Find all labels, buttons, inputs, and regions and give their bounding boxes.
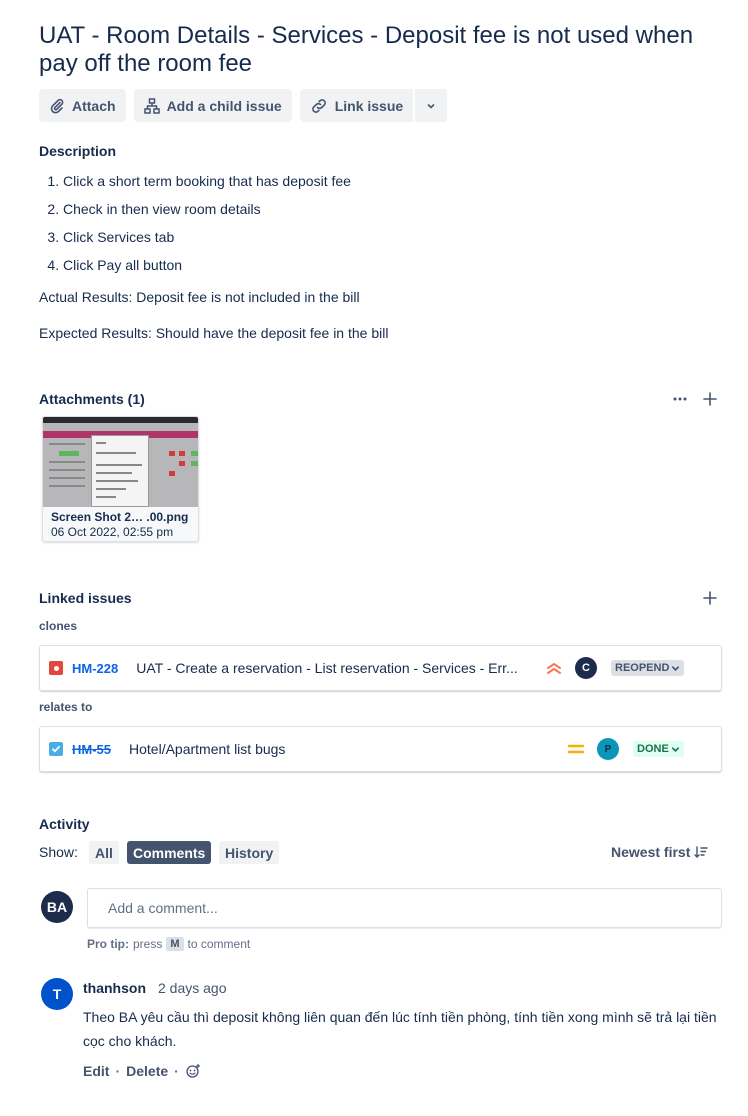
show-label: Show: (39, 844, 78, 860)
issue-key[interactable]: HM-228 (72, 661, 118, 676)
add-linked-issue-icon[interactable] (700, 588, 720, 608)
edit-comment-link[interactable]: Edit (83, 1063, 109, 1079)
attach-label: Attach (72, 97, 116, 114)
description-heading: Description (39, 143, 117, 159)
status-label: REOPEND (615, 662, 670, 674)
priority-highest-icon (546, 660, 562, 679)
link-issue-button[interactable]: Link issue (299, 89, 414, 122)
issue-summary: UAT - Create a reservation - List reserv… (136, 660, 518, 676)
linked-issue-row[interactable]: HM-228 UAT - Create a reservation - List… (39, 645, 722, 691)
comment-placeholder: Add a comment... (108, 900, 218, 916)
status-label: DONE (637, 743, 669, 755)
pro-tip-label: Pro tip: (87, 937, 129, 951)
status-badge[interactable]: REOPEND (611, 660, 685, 676)
linked-issue-row[interactable]: HM-55 Hotel/Apartment list bugs P DONE (39, 726, 722, 772)
comment-author[interactable]: thanhson (83, 980, 146, 996)
relation-label: clones (39, 619, 78, 633)
delete-comment-link[interactable]: Delete (126, 1063, 168, 1079)
sort-label: Newest first (611, 844, 691, 860)
chevron-down-icon (672, 665, 680, 671)
filter-comments-button[interactable]: Comments (127, 841, 212, 864)
add-attachment-icon[interactable] (700, 389, 720, 409)
list-item: Click Services tab (63, 223, 351, 251)
linked-issues-heading: Linked issues (39, 590, 132, 606)
more-options-icon[interactable] (670, 389, 690, 409)
attachment-meta: Screen Shot 2… .00.png 06 Oct 2022, 02:5… (43, 507, 198, 541)
attachment-date: 06 Oct 2022, 02:55 pm (51, 525, 174, 539)
link-icon (310, 98, 328, 114)
issue-title[interactable]: UAT - Room Details - Services - Deposit … (39, 22, 699, 78)
pro-tip: Pro tip: press M to comment (87, 937, 250, 951)
bug-icon (49, 661, 63, 675)
attach-button[interactable]: Attach (39, 89, 126, 122)
add-child-issue-button[interactable]: Add a child issue (133, 89, 292, 122)
attachment-thumbnail (43, 417, 198, 507)
relation-label: relates to (39, 700, 93, 714)
avatar[interactable]: C (575, 657, 597, 679)
paperclip-icon (49, 98, 65, 114)
status-badge[interactable]: DONE (633, 741, 684, 757)
task-icon (49, 742, 63, 756)
pro-tip-press: press (133, 937, 163, 951)
add-reaction-icon[interactable] (185, 1063, 201, 1079)
list-item: Check in then view room details (63, 195, 351, 223)
add-comment-input[interactable]: Add a comment... (87, 888, 722, 928)
comment-actions: Edit · Delete · (83, 1063, 201, 1079)
filter-history-button[interactable]: History (219, 841, 280, 864)
filter-all-button[interactable]: All (89, 841, 119, 864)
comment-timestamp[interactable]: 2 days ago (158, 980, 227, 996)
link-issue-label: Link issue (334, 97, 404, 114)
avatar[interactable]: P (597, 738, 619, 760)
attachment-card[interactable]: Screen Shot 2… .00.png 06 Oct 2022, 02:5… (42, 416, 199, 542)
list-item: Click a short term booking that has depo… (63, 167, 351, 195)
attachments-heading: Attachments (1) (39, 391, 145, 407)
chevron-down-icon (425, 100, 437, 112)
issue-actions: Attach Add a child issue Link issue (39, 89, 448, 122)
keyboard-shortcut-key: M (166, 937, 184, 951)
list-item: Click Pay all button (63, 251, 351, 279)
description-steps[interactable]: Click a short term booking that has depo… (39, 167, 351, 279)
sort-order-button[interactable]: Newest first (611, 844, 709, 860)
activity-heading: Activity (39, 816, 90, 832)
comment-body: Theo BA yêu cầu thì deposit không liên q… (83, 1009, 717, 1049)
link-issue-split-button: Link issue (299, 89, 448, 122)
actual-results: Actual Results: Deposit fee is not inclu… (39, 289, 360, 305)
separator: · (115, 1063, 121, 1079)
add-child-label: Add a child issue (166, 97, 282, 114)
issue-key[interactable]: HM-55 (72, 742, 111, 757)
sort-descending-icon (694, 846, 709, 858)
current-user-avatar[interactable]: BA (41, 891, 73, 923)
hierarchy-icon (143, 97, 160, 114)
pro-tip-suffix: to comment (187, 937, 251, 951)
attachment-filename: Screen Shot 2… .00.png (51, 510, 189, 524)
expected-results: Expected Results: Should have the deposi… (39, 325, 389, 341)
more-actions-dropdown[interactable] (415, 89, 448, 122)
issue-summary: Hotel/Apartment list bugs (129, 741, 286, 757)
priority-medium-icon (567, 742, 585, 759)
separator: · (174, 1063, 179, 1079)
avatar[interactable]: T (41, 978, 73, 1010)
comment-header: thanhson 2 days ago (83, 980, 227, 996)
chevron-down-icon (671, 746, 679, 752)
